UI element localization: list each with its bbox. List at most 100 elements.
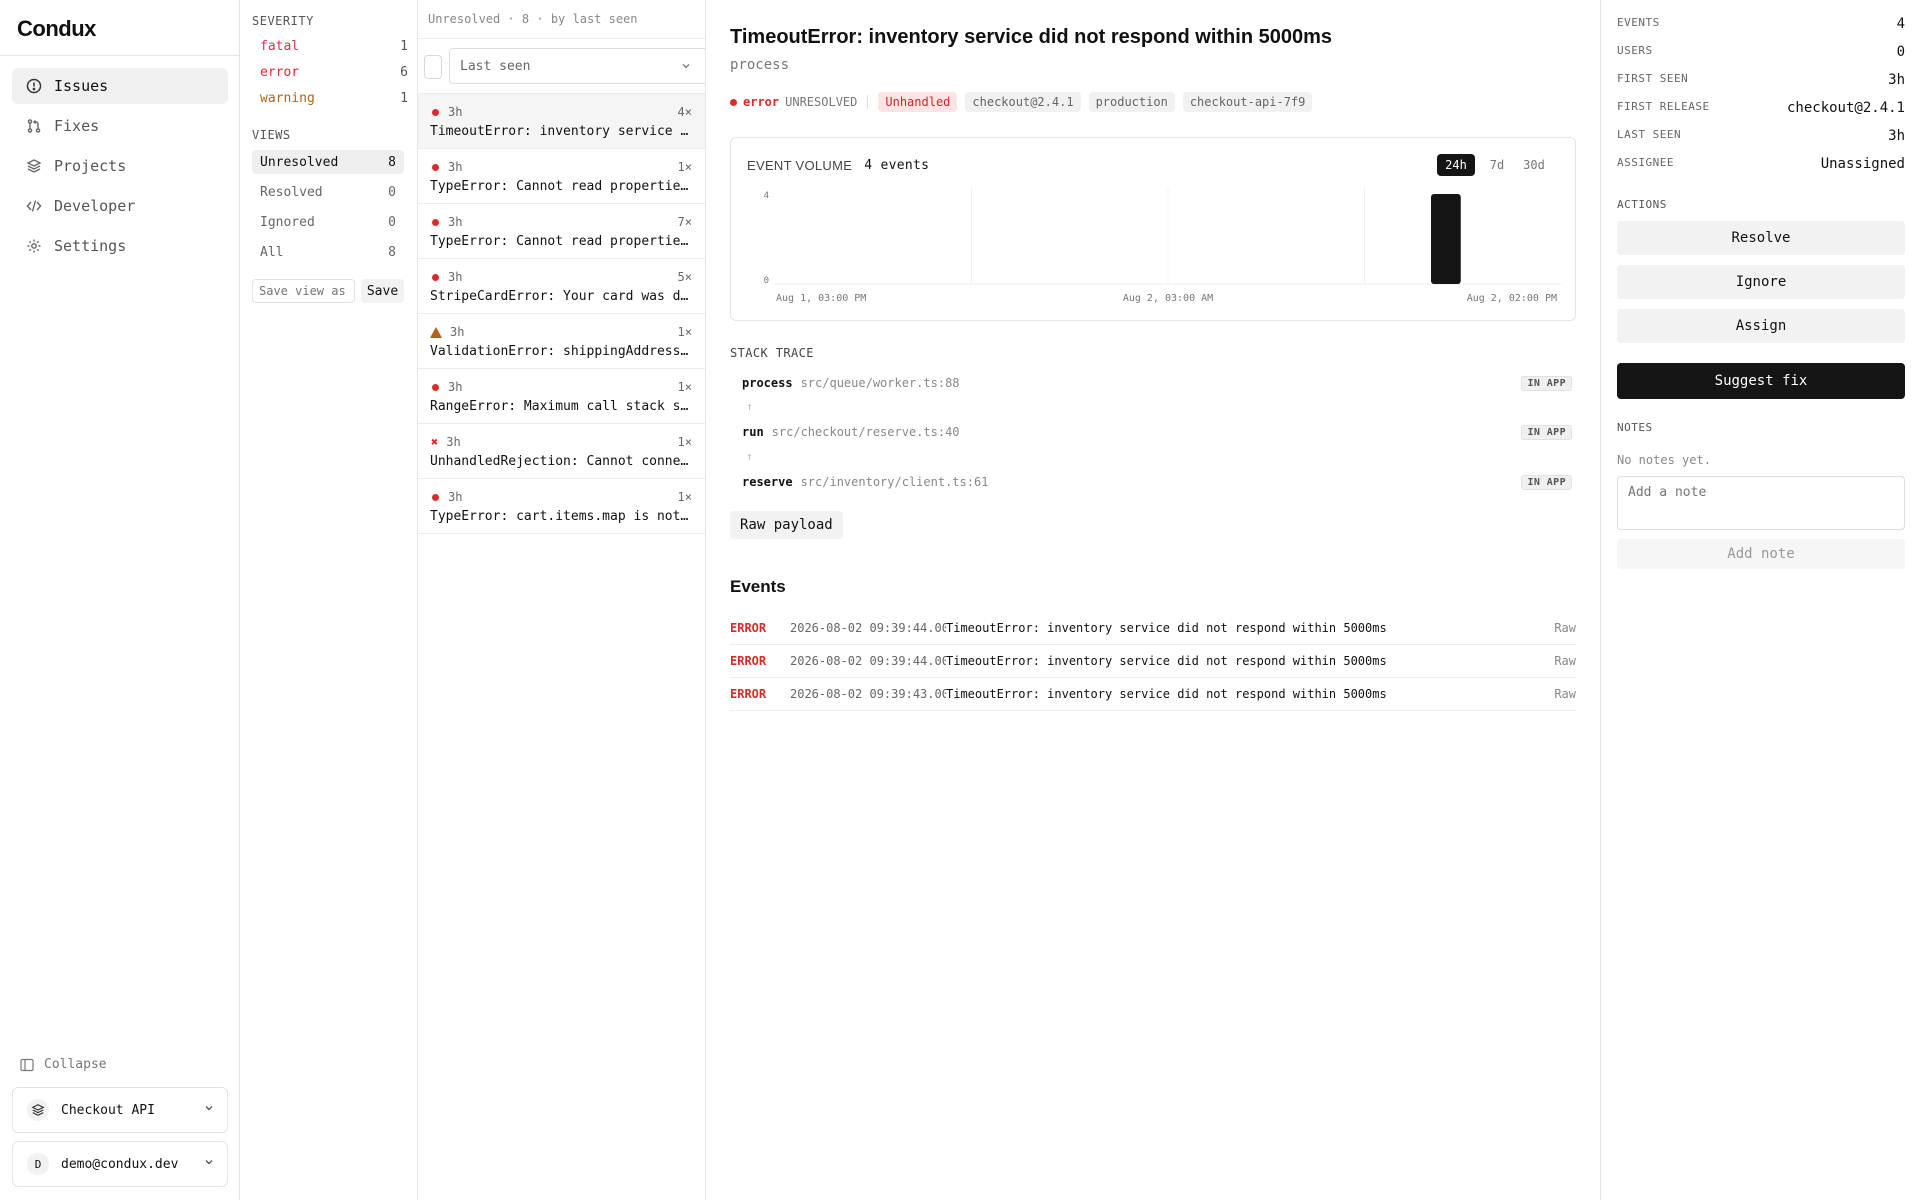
assign-button[interactable]: Assign — [1617, 309, 1905, 343]
stat-value: 3h — [1888, 72, 1905, 88]
level-badge: error — [730, 95, 779, 109]
issue-count: 4× — [677, 105, 692, 119]
list-item[interactable]: 3h 1× TypeError: Cannot read properties o… — [418, 149, 705, 204]
issue-title: TypeError: Cannot read properties of und… — [430, 179, 692, 194]
stack-frame[interactable]: process src/queue/worker.ts:88 IN APP — [742, 373, 1572, 393]
select-all-checkbox[interactable] — [424, 55, 442, 79]
resolve-button[interactable]: Resolve — [1617, 221, 1905, 255]
list-item[interactable]: 3h 1× TypeError: cart.items.map is not a … — [418, 479, 705, 534]
issue-count: 1× — [677, 160, 692, 174]
nav-item-fixes[interactable]: Fixes — [12, 108, 228, 144]
error-dot-icon — [432, 493, 439, 501]
nav-item-projects[interactable]: Projects — [12, 148, 228, 184]
severity-filter-error[interactable]: error 6 — [260, 65, 408, 80]
warning-triangle-icon — [430, 326, 442, 338]
x-tick-label: Aug 2, 03:00 AM — [1123, 293, 1213, 304]
issue-age: 3h — [448, 270, 463, 284]
note-input[interactable] — [1617, 476, 1905, 530]
table-row[interactable]: ERROR 2026-08-02 09:39:44.000 TimeoutErr… — [730, 645, 1576, 678]
suggest-fix-button[interactable]: Suggest fix — [1617, 363, 1905, 399]
divider — [867, 95, 869, 109]
issue-age: 3h — [450, 325, 465, 339]
y-tick-label: 4 — [764, 191, 769, 201]
nav-label: Projects — [54, 157, 127, 175]
tag-environment[interactable]: production — [1088, 92, 1175, 112]
x-tick-label: Aug 2, 02:00 PM — [1467, 293, 1557, 304]
view-label: Unresolved — [260, 154, 339, 170]
nav-item-issues[interactable]: Issues — [12, 68, 228, 104]
project-switcher[interactable]: Checkout API — [12, 1087, 228, 1133]
event-raw-link[interactable]: Raw — [1554, 654, 1576, 668]
stat-first-release: FIRST RELEASE checkout@2.4.1 — [1617, 100, 1905, 116]
divider — [0, 55, 239, 56]
range-24h-button[interactable]: 24h — [1437, 154, 1475, 176]
stack-frame[interactable]: reserve src/inventory/client.ts:61 IN AP… — [742, 472, 1572, 492]
event-timestamp: 2026-08-02 09:39:43.000 — [790, 687, 946, 701]
raw-payload-button[interactable]: Raw payload — [730, 511, 843, 539]
nav-label: Fixes — [54, 117, 100, 135]
in-app-badge: IN APP — [1521, 375, 1572, 391]
stat-events: EVENTS 4 — [1617, 16, 1905, 32]
issue-count: 1× — [677, 435, 692, 449]
save-view-input[interactable] — [252, 279, 355, 303]
stat-last-seen: LAST SEEN 3h — [1617, 128, 1905, 144]
list-item[interactable]: 3h 1× ValidationError: shippingAddress.po… — [418, 314, 705, 369]
stat-value[interactable]: checkout@2.4.1 — [1787, 100, 1905, 116]
issue-count: 5× — [677, 270, 692, 284]
save-view-button[interactable]: Save — [361, 279, 404, 303]
views-heading: VIEWS — [252, 128, 291, 142]
severity-filter-fatal[interactable]: fatal 1 — [260, 39, 408, 54]
app-logo[interactable]: Condux — [17, 16, 96, 42]
tag-server[interactable]: checkout-api-7f9 — [1182, 92, 1313, 112]
arrow-up-icon: ↑ — [746, 450, 753, 463]
list-item[interactable]: 3h 4× TimeoutError: inventory service did… — [418, 94, 705, 149]
list-item[interactable]: 3h 7× TypeError: Cannot read properties o… — [418, 204, 705, 259]
event-level: ERROR — [730, 687, 767, 701]
frame-file: src/queue/worker.ts:88 — [800, 376, 960, 390]
severity-label: fatal — [260, 39, 300, 54]
user-menu[interactable]: D demo@condux.dev — [12, 1141, 228, 1187]
view-unresolved[interactable]: Unresolved 8 — [252, 150, 404, 174]
issue-age: 3h — [448, 105, 463, 119]
chart-summary: 4 events — [864, 158, 930, 173]
list-item[interactable]: ✖ 3h 1× UnhandledRejection: Cannot connect… — [418, 424, 705, 479]
layers-icon — [26, 159, 42, 173]
range-30d-button[interactable]: 30d — [1517, 154, 1551, 176]
tag-release[interactable]: checkout@2.4.1 — [965, 92, 1081, 112]
chart-header: EVENT VOLUME 4 events — [747, 158, 929, 173]
stat-key: FIRST SEEN — [1617, 72, 1689, 85]
issue-sidebar: EVENTS 4 USERS 0 FIRST SEEN 3h FIRST RELEAS… — [1601, 0, 1920, 1200]
sort-value: Last seen — [460, 58, 531, 74]
event-raw-link[interactable]: Raw — [1554, 621, 1576, 635]
list-item[interactable]: 3h 5× StripeCardError: Your card was decl… — [418, 259, 705, 314]
table-row[interactable]: ERROR 2026-08-02 09:39:43.000 TimeoutErr… — [730, 678, 1576, 711]
stat-value: 4 — [1896, 16, 1905, 32]
nav-item-settings[interactable]: Settings — [12, 228, 228, 264]
issue-age: 3h — [448, 160, 463, 174]
add-note-button[interactable]: Add note — [1617, 539, 1905, 569]
stat-value: 3h — [1888, 128, 1905, 144]
issue-age: 3h — [446, 435, 461, 449]
error-dot-icon — [432, 273, 439, 281]
ignore-button[interactable]: Ignore — [1617, 265, 1905, 299]
event-raw-link[interactable]: Raw — [1554, 687, 1576, 701]
severity-filter-warning[interactable]: warning 1 — [260, 91, 408, 106]
collapse-sidebar-button[interactable]: Collapse — [20, 1057, 107, 1072]
table-row[interactable]: ERROR 2026-08-02 09:39:44.000 TimeoutErr… — [730, 612, 1576, 645]
stack-frame[interactable]: run src/checkout/reserve.ts:40 IN APP — [742, 422, 1572, 442]
severity-count: 1 — [400, 39, 408, 54]
list-item[interactable]: 3h 1× RangeError: Maximum call stack size… — [418, 369, 705, 424]
issue-detail: TimeoutError: inventory service did not … — [706, 0, 1601, 1200]
nav-label: Issues — [54, 77, 109, 95]
layers-icon — [31, 1104, 45, 1116]
nav-item-developer[interactable]: Developer — [12, 188, 228, 224]
view-ignored[interactable]: Ignored 0 — [252, 210, 404, 234]
x-tick-label: Aug 1, 03:00 PM — [776, 293, 866, 304]
sort-select[interactable]: Last seen — [449, 48, 705, 84]
view-resolved[interactable]: Resolved 0 — [252, 180, 404, 204]
stat-value: 0 — [1896, 44, 1905, 60]
view-all[interactable]: All 8 — [252, 240, 404, 264]
range-7d-button[interactable]: 7d — [1483, 154, 1511, 176]
view-count: 8 — [388, 244, 396, 260]
notes-empty-text: No notes yet. — [1617, 453, 1711, 467]
